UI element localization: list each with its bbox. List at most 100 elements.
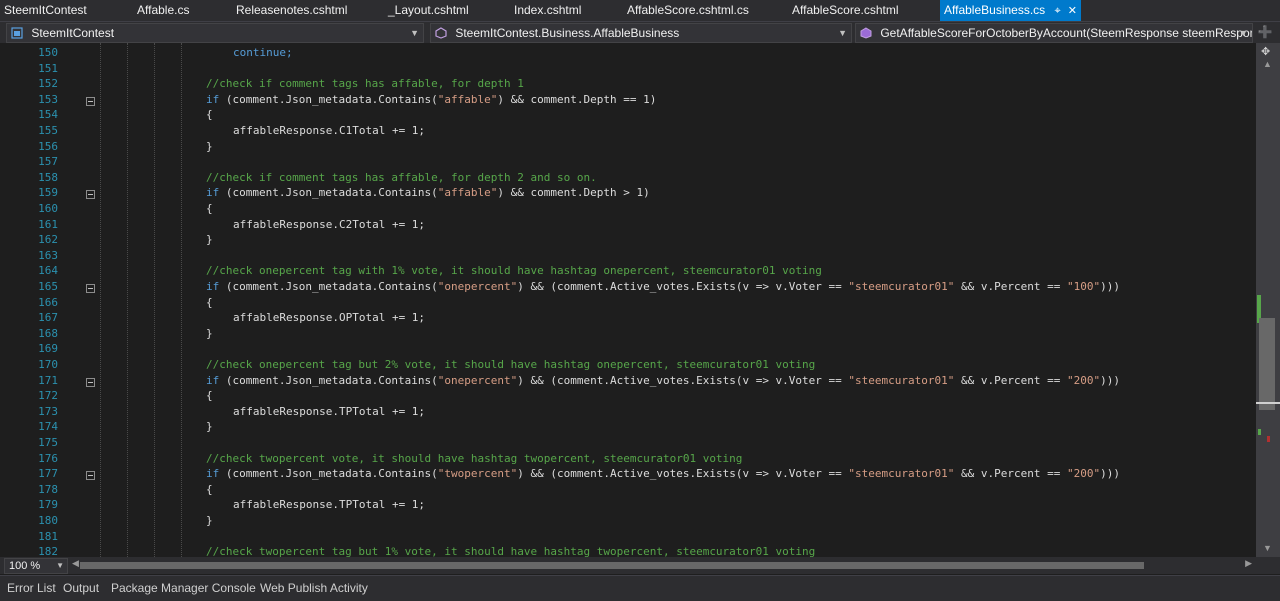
line-number: 165 (38, 280, 58, 293)
project-label: SteemItContest (31, 26, 115, 40)
line-number: 158 (38, 171, 58, 184)
project-dropdown[interactable]: SteemItContest ▼ (6, 23, 424, 43)
indicator-margin (0, 43, 24, 557)
vertical-scrollbar[interactable]: ✥ ▲ ▼ (1256, 43, 1280, 557)
line-number: 181 (38, 530, 58, 543)
line-number: 151 (38, 62, 58, 75)
code-line: if (comment.Json_metadata.Contains("onep… (206, 374, 1120, 387)
code-line: affableResponse.OPTotal += 1; (233, 311, 426, 324)
scrollbar-thumb[interactable] (80, 562, 1144, 569)
tab-steemitcontest[interactable]: SteemItContest (4, 0, 87, 21)
code-comment: //check if comment tags has affable, for… (206, 171, 597, 184)
tab-label: AffableScore.cshtml.cs (627, 3, 749, 17)
code-comment: //check onepercent tag with 1% vote, it … (206, 264, 822, 277)
line-number: 162 (38, 233, 58, 246)
code-line: if (comment.Json_metadata.Contains("affa… (206, 186, 650, 199)
zoom-dropdown[interactable]: 100 % ▼ (4, 558, 68, 574)
scroll-up-icon[interactable]: ▲ (1263, 59, 1272, 69)
code-line: { (206, 389, 213, 402)
scrollbar-thumb[interactable] (1259, 318, 1275, 410)
tab-label: Index.cshtml (514, 3, 582, 17)
line-number: 173 (38, 405, 58, 418)
close-icon[interactable]: ✕ (1068, 5, 1077, 17)
member-label: GetAffableScoreForOctoberByAccount(Steem… (880, 26, 1253, 40)
collapse-toggle[interactable] (86, 97, 95, 106)
class-icon (435, 27, 447, 39)
navigation-bar: SteemItContest ▼ SteemItContest.Business… (0, 21, 1280, 43)
scroll-right-icon[interactable]: ▶ (1245, 558, 1252, 569)
indent-guide (154, 43, 155, 557)
line-number: 182 (38, 545, 58, 557)
line-number: 180 (38, 514, 58, 527)
class-dropdown[interactable]: SteemItContest.Business.AffableBusiness … (430, 23, 852, 43)
line-number: 179 (38, 498, 58, 511)
tab-releasenotes-cshtml[interactable]: Releasenotes.cshtml (236, 0, 347, 21)
member-dropdown[interactable]: GetAffableScoreForOctoberByAccount(Steem… (855, 23, 1253, 43)
collapse-toggle[interactable] (86, 378, 95, 387)
caret-position-marker (1256, 402, 1280, 404)
line-number: 155 (38, 124, 58, 137)
collapse-toggle[interactable] (86, 190, 95, 199)
line-number: 178 (38, 483, 58, 496)
code-editor[interactable]: 150 151 152 153 154 155 156 157 158 159 … (0, 43, 1256, 557)
split-editor-icon[interactable]: ✥ (1261, 45, 1270, 58)
line-number: 163 (38, 249, 58, 262)
tab-affable-cs[interactable]: Affable.cs (137, 0, 189, 21)
line-number: 157 (38, 155, 58, 168)
line-number: 169 (38, 342, 58, 355)
code-line: { (206, 296, 213, 309)
chevron-down-icon: ▼ (56, 561, 64, 570)
line-number: 166 (38, 296, 58, 309)
line-number: 176 (38, 452, 58, 465)
tab-package-manager-console[interactable]: Package Manager Console (111, 581, 256, 595)
line-number: 153 (38, 93, 58, 106)
tab-layout-cshtml[interactable]: _Layout.cshtml (388, 0, 469, 21)
collapse-toggle[interactable] (86, 284, 95, 293)
tab-label: Releasenotes.cshtml (236, 3, 348, 17)
code-line: } (206, 233, 213, 246)
zoom-level: 100 % (9, 560, 41, 572)
tab-affablescore-cshtml-cs[interactable]: AffableScore.cshtml.cs (627, 0, 749, 21)
tab-affablebusiness-cs[interactable]: AffableBusiness.cs ⌖ ✕ (940, 0, 1081, 21)
code-comment: //check twopercent tag but 1% vote, it s… (206, 545, 816, 557)
scroll-down-icon[interactable]: ▼ (1263, 543, 1272, 553)
line-number: 172 (38, 389, 58, 402)
tab-index-cshtml[interactable]: Index.cshtml (514, 0, 581, 21)
tool-window-tabs: Error List Output Package Manager Consol… (0, 575, 1280, 601)
line-number: 154 (38, 108, 58, 121)
tab-label: Affable.cs (137, 3, 190, 17)
pin-icon[interactable]: ⌖ (1055, 5, 1061, 17)
code-line: affableResponse.C1Total += 1; (233, 124, 426, 137)
code-line: if (comment.Json_metadata.Contains("onep… (206, 280, 1120, 293)
code-line: if (comment.Json_metadata.Contains("twop… (206, 467, 1120, 480)
line-number: 160 (38, 202, 58, 215)
line-number: 150 (38, 46, 58, 59)
change-marker (1258, 429, 1261, 435)
tab-output[interactable]: Output (63, 581, 99, 595)
tab-label: AffableBusiness.cs (944, 3, 1046, 17)
indent-guide (127, 43, 128, 557)
editor-bottom-bar: 100 % ▼ ◀ ▶ (0, 557, 1280, 574)
code-line: { (206, 483, 213, 496)
code-line: affableResponse.TPTotal += 1; (233, 498, 426, 511)
code-line: } (206, 140, 213, 153)
code-line: if (comment.Json_metadata.Contains("affa… (206, 93, 657, 106)
code-line: } (206, 514, 213, 527)
code-line: affableResponse.TPTotal += 1; (233, 405, 426, 418)
line-number: 167 (38, 311, 58, 324)
tab-error-list[interactable]: Error List (7, 581, 56, 595)
code-line: { (206, 202, 213, 215)
line-number: 174 (38, 420, 58, 433)
collapse-toggle[interactable] (86, 471, 95, 480)
line-number: 171 (38, 374, 58, 387)
line-number: 168 (38, 327, 58, 340)
code-comment: //check onepercent tag but 2% vote, it s… (206, 358, 816, 371)
horizontal-scrollbar[interactable]: ◀ ▶ (72, 558, 1252, 571)
csharp-project-icon (11, 27, 23, 39)
document-tab-bar: SteemItContest Affable.cs Releasenotes.c… (0, 0, 1280, 21)
scroll-left-icon[interactable]: ◀ (72, 558, 79, 569)
tab-web-publish-activity[interactable]: Web Publish Activity (260, 581, 368, 595)
tab-affablescore-cshtml[interactable]: AffableScore.cshtml (792, 0, 899, 21)
split-window-icon[interactable]: ➕ (1257, 25, 1273, 39)
code-line: } (206, 420, 213, 433)
